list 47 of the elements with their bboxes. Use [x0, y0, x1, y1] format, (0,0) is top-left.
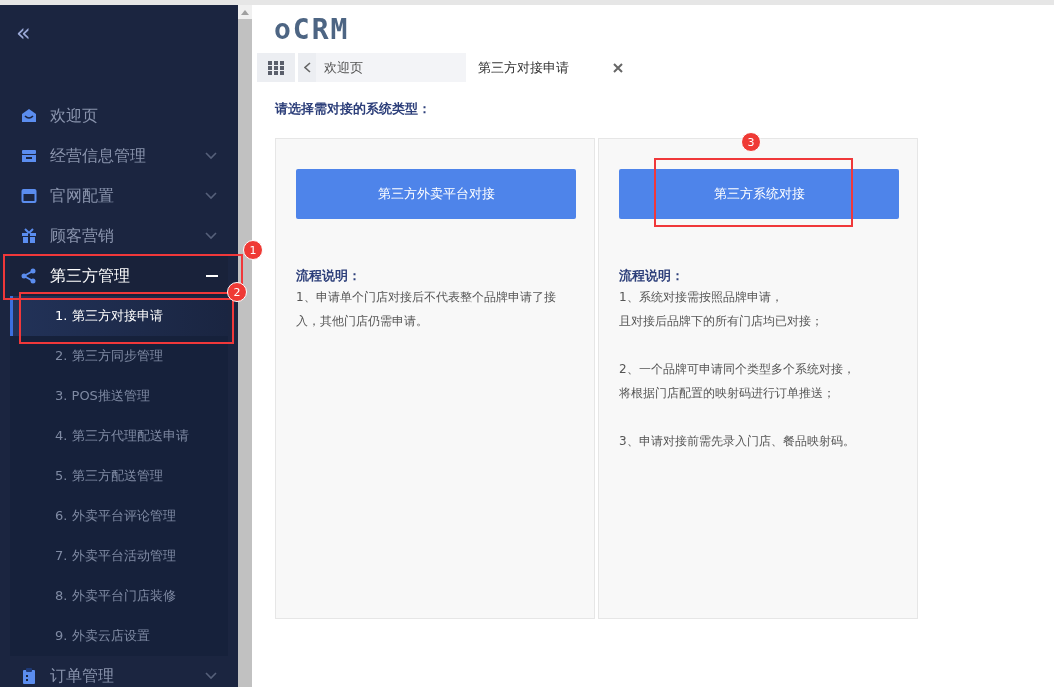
menu-item[interactable]: 欢迎页 [0, 96, 238, 136]
notes-title: 流程说明： [619, 267, 684, 285]
chevron-down-icon [204, 151, 218, 161]
submenu-item[interactable]: 4. 第三方代理配送申请 [10, 416, 228, 456]
scroll-up-icon[interactable] [241, 9, 249, 15]
note-text: 2、一个品牌可申请同个类型多个系统对接， [619, 361, 855, 378]
chevron-down-icon [204, 191, 218, 201]
submenu-item[interactable]: 5. 第三方配送管理 [10, 456, 228, 496]
note-text: 3、申请对接前需先录入门店、餐品映射码。 [619, 433, 856, 450]
grid-icon [268, 60, 284, 75]
menu-item[interactable]: 官网配置 [0, 176, 238, 216]
connect-button[interactable]: 第三方外卖平台对接 [296, 169, 576, 219]
submenu-item[interactable]: 7. 外卖平台活动管理 [10, 536, 228, 576]
apps-button[interactable] [257, 53, 295, 82]
submenu-item[interactable]: 3. POS推送管理 [10, 376, 228, 416]
chevron-down-icon [204, 231, 218, 241]
scrollbar[interactable] [238, 5, 252, 687]
logo: oCRM [274, 12, 350, 46]
note-text: 1、系统对接需按照品牌申请， [619, 289, 783, 306]
tray-icon [20, 147, 38, 165]
note-text: 将根据门店配置的映射码进行订单推送； [619, 385, 835, 402]
menu-item[interactable]: 经营信息管理 [0, 136, 238, 176]
annotation-marker: 1 [243, 240, 263, 260]
tab[interactable]: 欢迎页 [316, 53, 466, 82]
note-text: 1、申请单个门店对接后不代表整个品牌申请了接入，其他门店仍需申请。 [296, 289, 557, 330]
menu-item[interactable]: 顾客营销 [0, 216, 238, 256]
close-icon[interactable] [613, 62, 623, 73]
menu-item[interactable]: 订单管理 [0, 656, 238, 687]
window-icon [20, 187, 38, 205]
submenu-item[interactable]: 2. 第三方同步管理 [10, 336, 228, 376]
note-text: 且对接后品牌下的所有门店均已对接； [619, 313, 823, 330]
submenu-item[interactable]: 6. 外卖平台评论管理 [10, 496, 228, 536]
chevron-left-icon [303, 62, 311, 73]
collapse-button[interactable]: « [0, 5, 31, 73]
submenu-item[interactable]: 8. 外卖平台门店装修 [10, 576, 228, 616]
prompt-text: 请选择需对接的系统类型： [275, 100, 431, 118]
menu-item[interactable]: 第三方管理 [10, 256, 228, 296]
connect-button[interactable]: 第三方系统对接 [619, 169, 899, 219]
share-icon [20, 267, 38, 285]
notes-title: 流程说明： [296, 267, 361, 285]
home-icon [20, 107, 38, 125]
submenu-item[interactable]: 1. 第三方对接申请 [10, 296, 228, 336]
gift-icon [20, 227, 38, 245]
submenu-item[interactable]: 9. 外卖云店设置 [10, 616, 228, 656]
annotation-marker: 3 [741, 132, 761, 152]
scroll-left-button[interactable] [298, 53, 316, 82]
chevron-down-icon [204, 671, 218, 681]
